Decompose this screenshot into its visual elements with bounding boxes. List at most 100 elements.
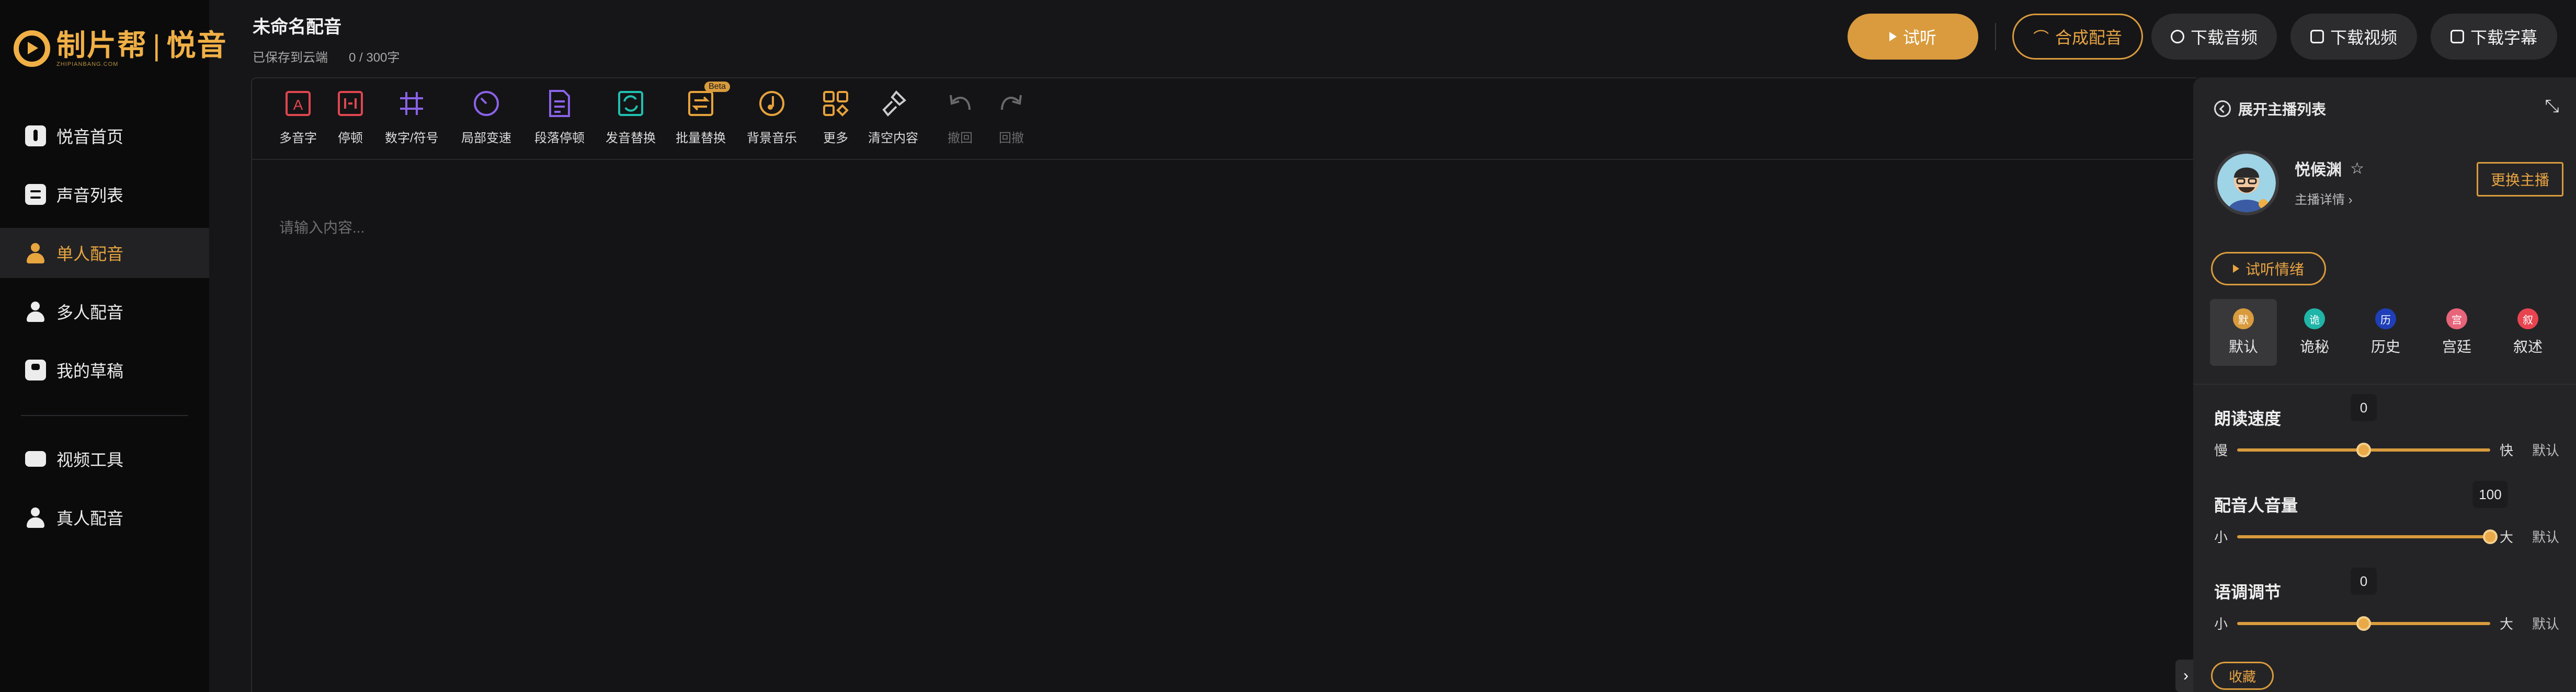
pitch-value-tooltip: 0 [2351,568,2377,595]
tool-more[interactable]: 更多 [819,87,852,146]
headphones-icon: ⌒ [2033,30,2049,47]
anchor-avatar[interactable] [2214,151,2279,215]
tool-pause[interactable]: 停顿 [334,87,367,146]
sidebar-item-label: 视频工具 [56,451,124,469]
sidebar-item-single-dubbing[interactable]: 单人配音 [0,228,209,278]
emotion-dot: 诡 [2304,308,2325,329]
video-icon [2310,30,2324,43]
sidebar-item-human-dubbing[interactable]: 真人配音 [0,492,209,543]
person-icon [25,301,46,322]
sidebar-item-video-tools[interactable]: 视频工具 [0,434,209,484]
expand-anchor-list[interactable]: 展开主播列表 [2214,98,2326,119]
undo-icon [943,87,977,120]
tool-batch-replace[interactable]: Beta 批量替换 [676,82,730,146]
save-status: 已保存到云端 [253,51,328,65]
batch-replace-icon: Beta [684,82,730,120]
download-subtitle-button[interactable]: 下载字幕 [2431,14,2557,60]
sidebar-item-label: 悦音首页 [56,128,124,146]
sidebar-nav: 悦音首页 声音列表 单人配音 多人配音 我的草稿 [0,111,209,403]
speed-slider-thumb[interactable] [2356,443,2371,457]
beta-badge: Beta [704,82,730,92]
volume-slider-block: 配音人音量 100 小 大 默认 [2214,481,2570,571]
emotion-history[interactable]: 历 历史 [2352,299,2419,366]
brand-tagline: ZHIPIANBANG.COM [56,61,119,67]
redo-icon [995,87,1028,120]
synthesize-button[interactable]: ⌒ 合成配音 [2012,14,2143,60]
pitch-slider-track[interactable] [2237,616,2490,631]
chevron-left-icon [2214,100,2231,117]
editor-placeholder[interactable]: 请输入内容... [279,216,364,237]
list-icon [25,184,46,205]
emotion-dot: 宫 [2446,308,2467,329]
tool-polyphone[interactable]: A 多音字 [279,87,317,146]
sidebar-item-label: 单人配音 [56,245,124,263]
app-root: 制片帮 | 悦音 ZHIPIANBANG.COM 悦音首页 声音列表 单人配音 多人… [0,0,2576,692]
emotion-dot: 默 [2233,308,2254,329]
tool-redo[interactable]: 回撤 [995,87,1028,146]
emotion-mysterious[interactable]: 诡 诡秘 [2281,299,2348,366]
tool-number-symbol[interactable]: 数字/符号 [385,87,439,146]
listen-button[interactable]: 试听 [1848,14,1978,60]
anchor-name: 悦候渊 ☆ [2295,159,2364,179]
header-divider [1995,23,1996,50]
speed-reset-default[interactable]: 默认 [2532,440,2559,459]
tool-paragraph-pause[interactable]: 段落停顿 [534,87,585,146]
download-video-button[interactable]: 下载视频 [2290,14,2417,60]
speed-slider-track[interactable] [2237,443,2490,457]
sidebar-item-multi-dubbing[interactable]: 多人配音 [0,286,209,337]
tool-clear-content[interactable]: 清空内容 [868,87,918,146]
change-anchor-button[interactable]: 更换主播 [2477,162,2563,197]
play-icon [2232,264,2239,273]
emotion-palace[interactable]: 宫 宫廷 [2423,299,2490,366]
brand-logo[interactable]: 制片帮 | 悦音 ZHIPIANBANG.COM [14,25,227,72]
music-note-icon [25,125,46,146]
speed-slider-block: 朗读速度 0 慢 快 默认 [2214,394,2570,484]
sidebar-item-drafts[interactable]: 我的草稿 [0,345,209,395]
project-title[interactable]: 未命名配音 [253,13,341,38]
collapse-panel-icon[interactable]: ⤡ [2541,96,2562,117]
emotion-dot: 历 [2375,308,2396,329]
word-count: 0 / 300字 [349,51,400,65]
anchor-detail-link[interactable]: 主播详情 › [2295,189,2353,207]
collect-button[interactable]: 收藏 [2211,662,2274,690]
music-icon [755,87,789,120]
play-icon [1889,32,1897,41]
project-status: 已保存到云端 0 / 300字 [253,47,400,65]
volume-reset-default[interactable]: 默认 [2532,527,2559,546]
pause-icon [334,87,367,120]
emotion-preview-button[interactable]: 试听情绪 [2211,252,2326,285]
volume-value-tooltip: 100 [2472,481,2508,508]
replace-icon [614,87,647,120]
polyphone-icon: A [281,87,315,120]
sidebar-item-home[interactable]: 悦音首页 [0,111,209,161]
save-icon [25,360,46,380]
text-editor[interactable]: A 多音字 停顿 数字/符号 局部变速 段落停顿 发音替换 Beta 批量替换 … [251,77,2196,692]
sidebar-item-label: 多人配音 [56,303,124,322]
hash-icon [395,87,428,120]
sidebar-nav-secondary: 视频工具 真人配音 [0,434,209,551]
brand-sub-name: 悦音 [166,29,227,62]
tool-undo[interactable]: 撤回 [943,87,977,146]
volume-slider-thumb[interactable] [2483,529,2498,544]
editor-toolbar: A 多音字 停顿 数字/符号 局部变速 段落停顿 发音替换 Beta 批量替换 … [252,78,2196,160]
pitch-slider-block: 语调调节 0 小 大 默认 [2214,568,2570,658]
tool-pronunciation-replace[interactable]: 发音替换 [606,87,656,146]
panel-divider [2193,384,2576,385]
emotion-narration[interactable]: 叙 叙述 [2494,299,2561,366]
volume-slider-track[interactable] [2237,529,2498,544]
tool-local-speed[interactable]: 局部变速 [461,87,511,146]
sidebar-item-label: 声音列表 [56,186,124,205]
tool-background-music[interactable]: 背景音乐 [747,87,797,146]
sidebar-divider [21,415,188,416]
emotion-dot: 叙 [2517,308,2538,329]
emotion-default[interactable]: 默 默认 [2210,299,2277,366]
sidebar-item-voice-list[interactable]: 声音列表 [0,169,209,220]
pitch-slider-thumb[interactable] [2356,616,2371,631]
volume-label: 配音人音量 [2214,496,2298,515]
paragraph-pause-icon [543,87,576,120]
star-icon[interactable]: ☆ [2350,159,2364,178]
pitch-reset-default[interactable]: 默认 [2532,614,2559,633]
person-icon [25,243,46,263]
download-audio-button[interactable]: 下载音频 [2151,14,2277,60]
audio-icon [2170,30,2184,43]
